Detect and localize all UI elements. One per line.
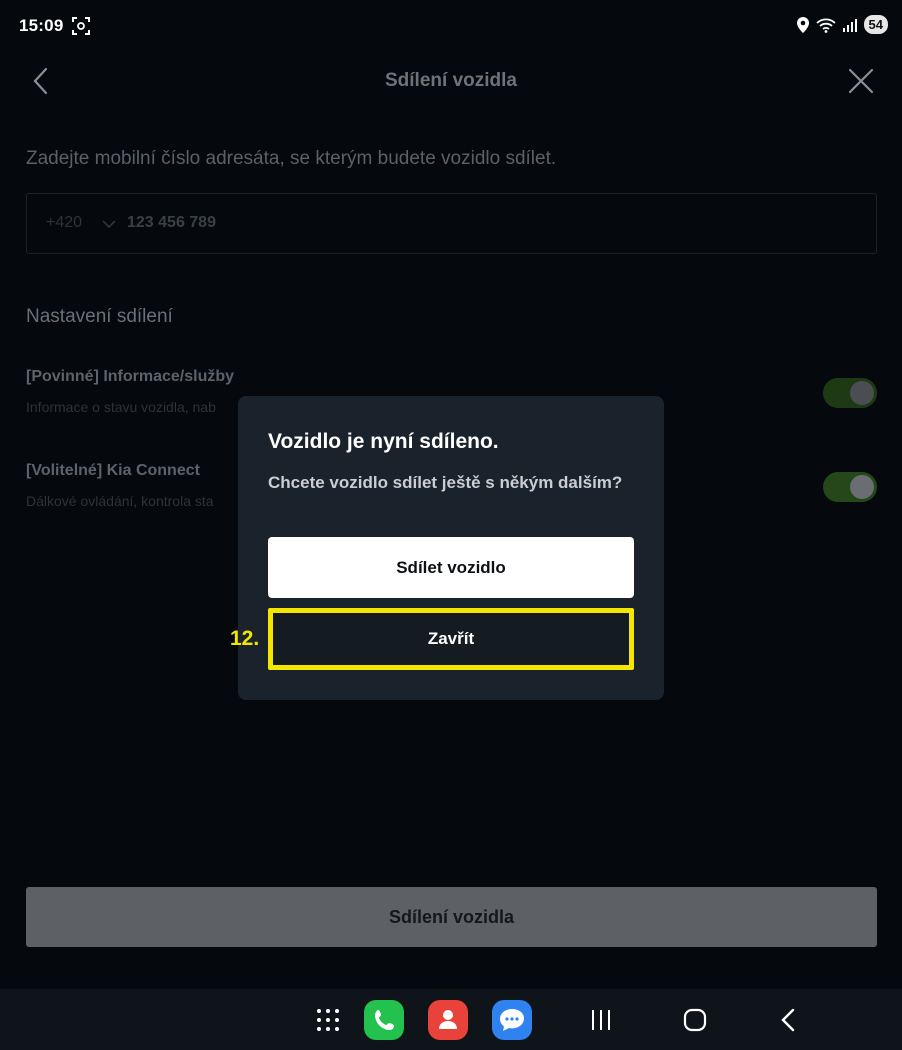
- app-header: Sdílení vozidla: [0, 54, 902, 110]
- status-icons: 54: [796, 15, 888, 34]
- setting-required-label: [Povinné] Informace/služby: [26, 368, 235, 385]
- location-icon: [796, 16, 809, 33]
- phone-app-icon[interactable]: [364, 1000, 404, 1040]
- toggle-required[interactable]: [823, 378, 877, 408]
- contacts-app-icon[interactable]: [428, 1000, 468, 1040]
- country-code[interactable]: +420: [46, 214, 82, 232]
- setting-required-description: Informace o stavu vozidla, nab: [26, 399, 216, 415]
- close-dialog-button[interactable]: Zavřít: [268, 608, 634, 670]
- share-vehicle-button[interactable]: Sdílení vozidla: [26, 887, 877, 947]
- apps-grid-icon[interactable]: [316, 1008, 340, 1032]
- wifi-icon: [815, 18, 836, 33]
- system-nav-bar: [0, 989, 902, 1050]
- sharing-settings-title: Nastavení sdílení: [26, 306, 173, 327]
- home-icon[interactable]: [683, 1008, 707, 1032]
- messages-app-icon[interactable]: [492, 1000, 532, 1040]
- phone-input[interactable]: 123 456 789: [127, 214, 216, 232]
- back-icon[interactable]: [778, 1008, 798, 1032]
- share-again-button[interactable]: Sdílet vozidlo: [268, 537, 634, 598]
- dialog-title: Vozidlo je nyní sdíleno.: [268, 430, 499, 453]
- phone-number-field[interactable]: +420 123 456 789: [26, 193, 877, 254]
- toggle-kia-connect[interactable]: [823, 472, 877, 502]
- recents-icon[interactable]: [589, 1009, 613, 1031]
- toggle-knob: [850, 381, 874, 405]
- step-number-annotation: 12.: [230, 627, 260, 650]
- battery-icon: 54: [863, 15, 888, 34]
- chevron-down-icon[interactable]: [101, 216, 117, 232]
- page-title: Sdílení vozidla: [385, 70, 517, 91]
- signal-icon: [842, 18, 857, 32]
- status-bar: 15:09 54: [0, 0, 902, 54]
- screenshot-icon: [72, 17, 90, 35]
- setting-optional-description: Dálkové ovládání, kontrola sta: [26, 493, 214, 509]
- phone-instruction: Zadejte mobilní číslo adresáta, se který…: [26, 148, 557, 169]
- toggle-knob: [850, 475, 874, 499]
- close-icon[interactable]: [846, 66, 876, 96]
- status-time: 15:09: [19, 16, 64, 35]
- dialog-message: Chcete vozidlo sdílet ještě s někým dalš…: [268, 473, 623, 492]
- setting-optional-label: [Volitelné] Kia Connect: [26, 462, 200, 479]
- share-confirmation-dialog: Vozidlo je nyní sdíleno. Chcete vozidlo …: [238, 396, 664, 700]
